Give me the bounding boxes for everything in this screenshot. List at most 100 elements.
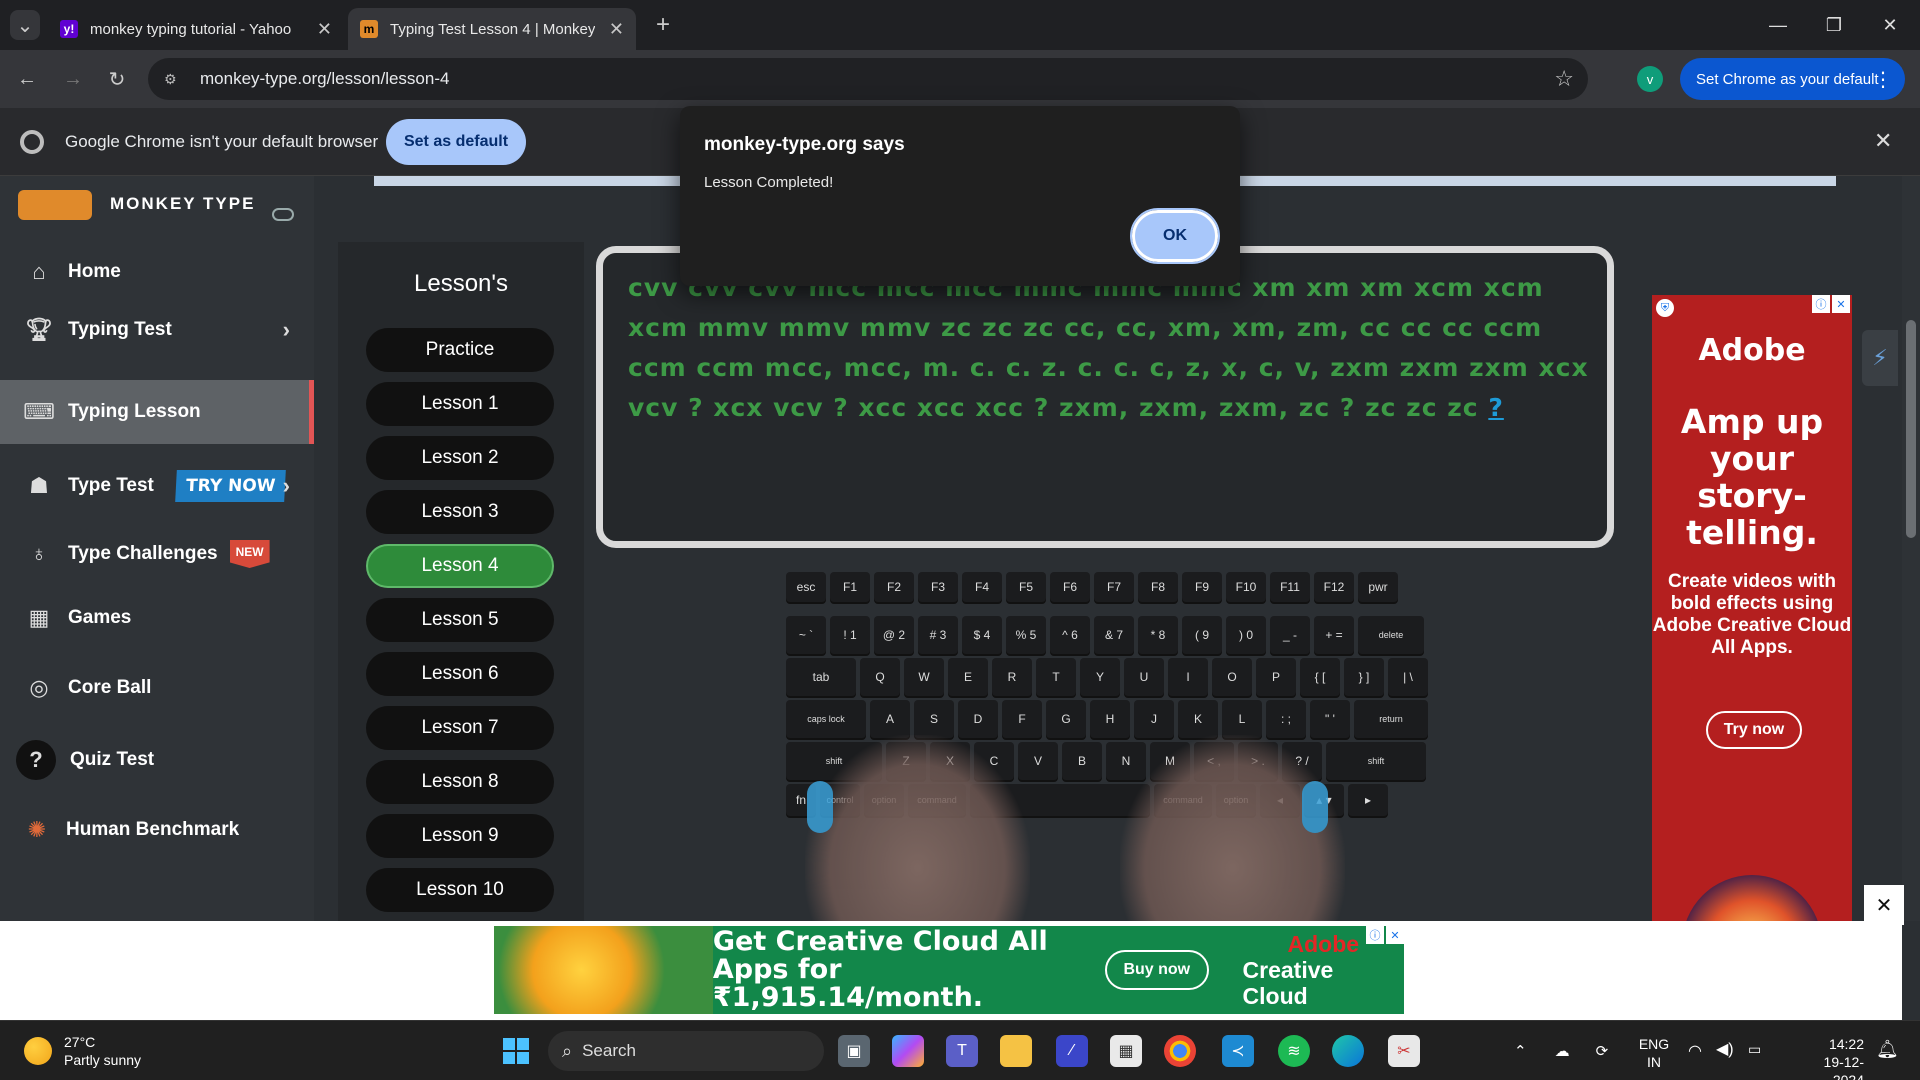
- snipping-tool-icon[interactable]: ✂: [1388, 1035, 1420, 1067]
- adobe-ad-banner[interactable]: Get Creative Cloud All Apps for ₹1,915.1…: [494, 926, 1404, 1014]
- ad-buy-now-button[interactable]: Buy now: [1105, 950, 1209, 990]
- lesson-8[interactable]: Lesson 8: [366, 760, 554, 804]
- key-sym: ▸: [1348, 784, 1388, 816]
- address-bar[interactable]: ⚙ monkey-type.org/lesson/lesson-4 ☆: [148, 58, 1588, 100]
- tab-yahoo[interactable]: y! monkey typing tutorial - Yahoo ✕: [48, 8, 344, 50]
- volume-icon[interactable]: ◀︎): [1716, 1039, 1734, 1059]
- sync-icon[interactable]: ⟳: [1596, 1042, 1609, 1060]
- chrome-taskbar-icon[interactable]: [1164, 1035, 1196, 1067]
- ad-info-icon[interactable]: ⓘ: [1366, 926, 1384, 944]
- lesson-10[interactable]: Lesson 10: [366, 868, 554, 912]
- key-sym-0: ) 0: [1226, 616, 1266, 654]
- lesson-practice[interactable]: Practice: [366, 328, 554, 372]
- ad-try-now-button[interactable]: Try now: [1706, 711, 1802, 749]
- trophy-icon: 🏆︎: [25, 317, 53, 342]
- sidebar-item-typing-test[interactable]: 🏆︎ Typing Test ›: [0, 298, 314, 362]
- key-sym-sym: ~ `: [786, 616, 826, 654]
- sidebar-item-type-test[interactable]: ☗ Type Test TRY NOW ›: [0, 454, 314, 518]
- sidebar-item-games[interactable]: ▦ Games: [0, 586, 314, 650]
- site-info-icon[interactable]: ⚙: [164, 71, 186, 88]
- chevron-right-icon[interactable]: ›: [283, 473, 290, 499]
- windows-start-icon[interactable]: [500, 1035, 532, 1067]
- teams-icon[interactable]: T: [946, 1035, 978, 1067]
- key-sym-8: * 8: [1138, 616, 1178, 654]
- tab-search-chevron-icon[interactable]: ⌄: [10, 10, 40, 40]
- ad-close-icon[interactable]: ✕: [1832, 295, 1850, 313]
- sidebar-item-core-ball[interactable]: ◎ Core Ball: [0, 656, 314, 720]
- page-scrollbar[interactable]: [1902, 176, 1920, 921]
- taskbar-search[interactable]: ⌕ Search: [548, 1031, 824, 1071]
- lesson-7[interactable]: Lesson 7: [366, 706, 554, 750]
- tab-monkey-type[interactable]: m Typing Test Lesson 4 | Monkey- ✕: [348, 8, 636, 50]
- ad-info-icon[interactable]: ⓘ: [1812, 295, 1830, 313]
- close-sticky-ad-icon[interactable]: ✕: [1864, 885, 1904, 925]
- clock[interactable]: 14:22 19-12-2024: [1794, 1035, 1864, 1080]
- notification-bell-icon[interactable]: 🔔︎: [1876, 1039, 1899, 1060]
- lang-top: ENG: [1638, 1036, 1670, 1052]
- key-G: G: [1046, 700, 1086, 738]
- scrollbar-thumb[interactable]: [1906, 320, 1916, 538]
- key-F6: F6: [1050, 572, 1090, 602]
- copilot-icon[interactable]: [892, 1035, 924, 1067]
- extension-side-icon[interactable]: ⚡: [1862, 330, 1898, 386]
- task-view-icon[interactable]: ▣: [838, 1035, 870, 1067]
- sidebar-item-quiz-test[interactable]: ? Quiz Test: [0, 728, 314, 792]
- sidebar-item-human-benchmark[interactable]: ✺ Human Benchmark: [0, 798, 314, 862]
- restore-icon[interactable]: ❐: [1814, 10, 1854, 40]
- new-tab-icon[interactable]: +: [648, 10, 678, 40]
- key-sym-1: ! 1: [830, 616, 870, 654]
- chevron-right-icon[interactable]: ›: [283, 317, 290, 343]
- lesson-9[interactable]: Lesson 9: [366, 814, 554, 858]
- app-icon[interactable]: ⁄: [1056, 1035, 1088, 1067]
- adobe-ad-vertical[interactable]: ⛨ ⓘ ✕ Adobe Amp up your story-telling. C…: [1652, 295, 1852, 1015]
- spotify-icon[interactable]: ≋: [1278, 1035, 1310, 1067]
- lesson-2[interactable]: Lesson 2: [366, 436, 554, 480]
- target-icon: ◎: [29, 675, 49, 700]
- profile-avatar[interactable]: v: [1637, 66, 1663, 92]
- tray-chevron-up-icon[interactable]: ⌃: [1514, 1042, 1527, 1060]
- sidebar-item-typing-lesson[interactable]: ⌨ Typing Lesson: [0, 380, 314, 444]
- key-O: O: [1212, 658, 1252, 696]
- lesson-4[interactable]: Lesson 4: [366, 544, 554, 588]
- vscode-icon[interactable]: ≺: [1222, 1035, 1254, 1067]
- key-F11: F11: [1270, 572, 1310, 602]
- language-indicator[interactable]: ENG IN: [1634, 1035, 1674, 1071]
- bookmark-star-icon[interactable]: ☆: [1554, 66, 1574, 92]
- minimize-icon[interactable]: —: [1758, 10, 1798, 40]
- key-caps-lock: caps lock: [786, 700, 866, 738]
- lesson-6[interactable]: Lesson 6: [366, 652, 554, 696]
- close-window-icon[interactable]: ✕: [1870, 10, 1910, 40]
- key-F8: F8: [1138, 572, 1178, 602]
- monkey-type-logo[interactable]: [18, 190, 92, 220]
- sidebar-item-home[interactable]: ⌂ Home: [0, 240, 314, 304]
- lesson-1[interactable]: Lesson 1: [366, 382, 554, 426]
- reload-icon[interactable]: ↻: [102, 64, 132, 94]
- theme-toggle-icon[interactable]: [272, 208, 294, 221]
- key-sym-7: & 7: [1094, 616, 1134, 654]
- close-infobar-icon[interactable]: ✕: [1874, 128, 1892, 154]
- set-as-default-button[interactable]: Set as default: [386, 119, 526, 165]
- forward-icon[interactable]: →: [58, 64, 88, 94]
- close-tab-icon[interactable]: ✕: [317, 19, 332, 40]
- ad-close-icon[interactable]: ✕: [1386, 926, 1404, 944]
- right-pinky-highlight: [1302, 781, 1328, 833]
- lesson-3[interactable]: Lesson 3: [366, 490, 554, 534]
- set-chrome-default-chip[interactable]: Set Chrome as your default ⋮: [1680, 58, 1905, 100]
- dialog-ok-button[interactable]: OK: [1130, 208, 1220, 264]
- menu-dots-icon[interactable]: ⋮: [1873, 67, 1893, 92]
- wifi-icon[interactable]: ◠: [1688, 1041, 1702, 1061]
- key-K: K: [1178, 700, 1218, 738]
- sidebar-item-type-challenges[interactable]: ♁ Type Challenges NEW: [0, 522, 314, 586]
- key-F1: F1: [830, 572, 870, 602]
- ad-headline: Amp up your story-telling.: [1680, 402, 1824, 552]
- edge-icon[interactable]: [1332, 1035, 1364, 1067]
- file-explorer-icon[interactable]: [1000, 1035, 1032, 1067]
- back-icon[interactable]: ←: [12, 64, 42, 94]
- key-sym-2: @ 2: [874, 616, 914, 654]
- lesson-5[interactable]: Lesson 5: [366, 598, 554, 642]
- weather-widget[interactable]: 27°C Partly sunny: [24, 1033, 141, 1069]
- battery-icon[interactable]: ▭: [1748, 1041, 1761, 1058]
- store-icon[interactable]: ▦: [1110, 1035, 1142, 1067]
- onedrive-icon[interactable]: ☁: [1555, 1042, 1570, 1060]
- close-tab-icon[interactable]: ✕: [609, 19, 624, 40]
